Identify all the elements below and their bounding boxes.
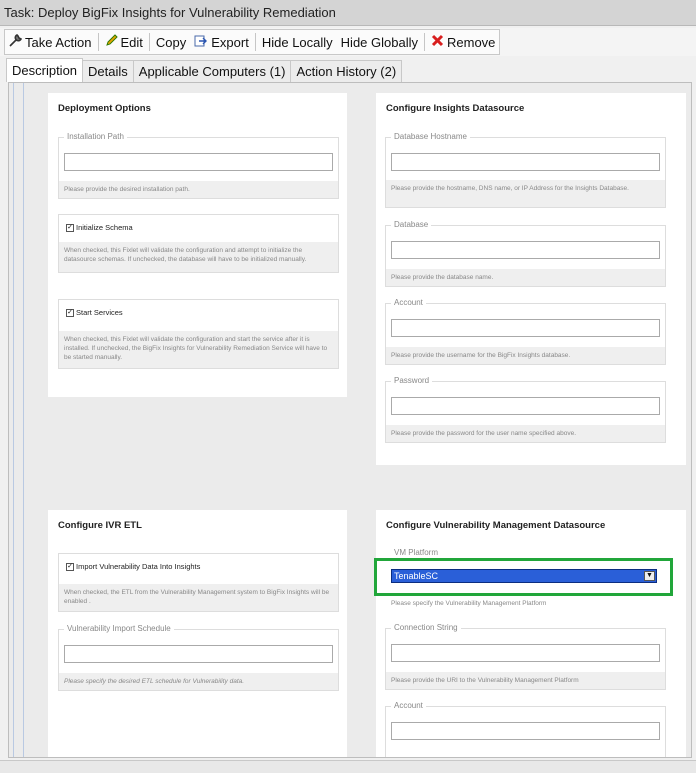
import-schedule-label: Vulnerability Import Schedule — [64, 624, 174, 633]
wrench-icon — [9, 34, 23, 50]
import-vulnerability-label: Import Vulnerability Data Into Insights — [76, 562, 201, 571]
hide-globally-label: Hide Globally — [340, 34, 418, 50]
installation-path-help: Please provide the desired installation … — [59, 181, 338, 198]
insights-account-help: Please provide the username for the BigF… — [386, 347, 665, 364]
database-name-label: Database — [391, 220, 432, 229]
import-vulnerability-help: When checked, the ETL from the Vulnerabi… — [59, 584, 338, 611]
edit-label: Edit — [120, 34, 143, 50]
start-services-checkbox[interactable]: ✓ — [66, 308, 74, 317]
start-services-label: Start Services — [76, 308, 123, 317]
toolbar: Take Action Edit Copy Export Hide Locall… — [0, 28, 696, 56]
vm-account-input[interactable] — [391, 722, 660, 740]
connection-string-help: Please provide the URI to the Vulnerabil… — [386, 672, 665, 689]
tab-action-history[interactable]: Action History (2) — [290, 60, 403, 82]
vm-platform-help: Please specify the Vulnerability Managem… — [386, 595, 665, 612]
pencil-icon — [105, 34, 118, 50]
database-name-help: Please provide the database name. — [386, 269, 665, 286]
database-hostname-group: Database Hostname Please provide the hos… — [385, 132, 666, 208]
insights-password-input[interactable] — [391, 397, 660, 415]
start-services-help: When checked, this Fixlet will validate … — [59, 331, 338, 368]
import-vulnerability-row[interactable]: ✓ Import Vulnerability Data Into Insight… — [66, 562, 200, 571]
database-hostname-input[interactable] — [391, 153, 660, 171]
initialize-schema-help: When checked, this Fixlet will validate … — [59, 242, 338, 272]
tab-description[interactable]: Description — [6, 58, 84, 82]
toolbar-separator — [148, 33, 150, 51]
connection-string-group: Connection String Please provide the URI… — [385, 623, 666, 690]
ivr-etl-heading: Configure IVR ETL — [58, 520, 142, 531]
tab-bar: Description Details Applicable Computers… — [6, 58, 403, 82]
start-services-group: ✓ Start Services When checked, this Fixl… — [58, 299, 339, 369]
vm-account-group: Account — [385, 701, 666, 757]
copy-button[interactable]: Copy — [152, 30, 190, 54]
horizontal-scrollbar[interactable] — [0, 760, 696, 773]
database-name-group: Database Please provide the database nam… — [385, 220, 666, 287]
database-hostname-label: Database Hostname — [391, 132, 470, 141]
installation-path-group: Installation Path Please provide the des… — [58, 132, 339, 199]
edit-button[interactable]: Edit — [101, 30, 147, 54]
export-button[interactable]: Export — [190, 30, 253, 54]
insights-password-label: Password — [391, 376, 433, 385]
description-content[interactable]: Deployment Options Installation Path Ple… — [8, 82, 692, 758]
export-label: Export — [211, 34, 249, 50]
window-title: Task: Deploy BigFix Insights for Vulnera… — [0, 0, 696, 26]
deployment-options-heading: Deployment Options — [58, 103, 151, 114]
remove-label: Remove — [447, 34, 496, 50]
installation-path-input[interactable] — [64, 153, 333, 171]
toolbar-group: Take Action Edit Copy Export Hide Locall… — [4, 29, 501, 55]
vm-datasource-heading: Configure Vulnerability Management Datas… — [386, 520, 606, 531]
hide-locally-label: Hide Locally — [261, 34, 333, 50]
hide-globally-button[interactable]: Hide Globally — [337, 30, 422, 54]
highlight-box — [374, 558, 673, 596]
vm-platform-label: VM Platform — [391, 548, 442, 557]
insights-password-help: Please provide the password for the user… — [386, 425, 665, 442]
ivr-etl-panel: Configure IVR ETL ✓ Import Vulnerability… — [48, 510, 347, 757]
toolbar-separator — [424, 33, 425, 51]
left-rule — [13, 83, 14, 757]
insights-datasource-heading: Configure Insights Datasource — [386, 103, 525, 114]
red-x-icon — [431, 34, 444, 50]
hide-locally-button[interactable]: Hide Locally — [258, 30, 337, 54]
start-services-row[interactable]: ✓ Start Services — [66, 308, 123, 317]
tab-details[interactable]: Details — [82, 60, 134, 82]
import-schedule-input[interactable] — [64, 645, 333, 663]
insights-datasource-panel: Configure Insights Datasource Database H… — [376, 93, 686, 465]
initialize-schema-row[interactable]: ✓ Initialize Schema — [66, 223, 133, 232]
toolbar-separator — [254, 33, 256, 51]
database-name-input[interactable] — [391, 241, 660, 259]
import-schedule-help: Please specify the desired ETL schedule … — [59, 673, 338, 690]
database-hostname-help: Please provide the hostname, DNS name, o… — [386, 180, 665, 207]
toolbar-separator — [97, 33, 99, 51]
vm-datasource-panel: Configure Vulnerability Management Datas… — [376, 510, 686, 757]
left-rule — [23, 83, 24, 757]
import-schedule-group: Vulnerability Import Schedule Please spe… — [58, 624, 339, 691]
insights-account-input[interactable] — [391, 319, 660, 337]
connection-string-label: Connection String — [391, 623, 461, 632]
installation-path-label: Installation Path — [64, 132, 127, 141]
export-icon — [194, 34, 208, 50]
tab-applicable-computers[interactable]: Applicable Computers (1) — [132, 60, 292, 82]
deployment-options-panel: Deployment Options Installation Path Ple… — [48, 93, 347, 397]
insights-password-group: Password Please provide the password for… — [385, 376, 666, 443]
insights-account-label: Account — [391, 298, 426, 307]
vm-account-label: Account — [391, 701, 426, 710]
take-action-label: Take Action — [25, 34, 92, 50]
take-action-button[interactable]: Take Action — [5, 30, 96, 54]
remove-button[interactable]: Remove — [427, 30, 499, 54]
initialize-schema-label: Initialize Schema — [76, 223, 133, 232]
initialize-schema-group: ✓ Initialize Schema When checked, this F… — [58, 214, 339, 273]
import-vulnerability-checkbox[interactable]: ✓ — [66, 562, 74, 571]
import-vulnerability-group: ✓ Import Vulnerability Data Into Insight… — [58, 553, 339, 612]
copy-label: Copy — [155, 34, 187, 50]
initialize-schema-checkbox[interactable]: ✓ — [66, 223, 74, 232]
connection-string-input[interactable] — [391, 644, 660, 662]
insights-account-group: Account Please provide the username for … — [385, 298, 666, 365]
